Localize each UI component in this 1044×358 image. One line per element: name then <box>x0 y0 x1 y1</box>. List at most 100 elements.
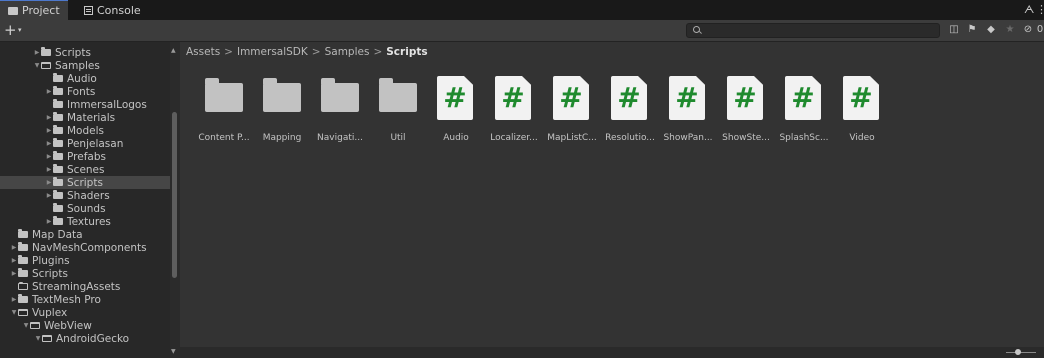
count-badge-icon: 0 <box>1036 24 1044 35</box>
breadcrumb-item-samples[interactable]: Samples <box>325 46 370 58</box>
tag-icon[interactable]: ◆ <box>985 24 997 36</box>
tree-item-label: Fonts <box>67 85 96 98</box>
tree-item-label: TextMesh Pro <box>32 293 101 306</box>
asset-folder[interactable]: Util <box>369 76 427 148</box>
asset-script[interactable]: # SplashSc... <box>775 76 833 148</box>
asset-folder[interactable]: Navigati... <box>311 76 369 148</box>
favorite-star-icon[interactable]: ★ <box>1004 24 1016 36</box>
expand-arrow-icon[interactable]: ▶ <box>45 127 53 134</box>
tab-console[interactable]: Console <box>76 0 149 20</box>
expand-arrow-icon[interactable]: ▶ <box>45 192 53 199</box>
tree-item-label: Shaders <box>67 189 110 202</box>
asset-folder[interactable]: Content P... <box>195 76 253 148</box>
tree-item-label: Materials <box>67 111 116 124</box>
folder-icon <box>53 73 63 82</box>
asset-script[interactable]: # Localizer... <box>485 76 543 148</box>
asset-script[interactable]: # Video <box>833 76 891 148</box>
asset-label: SplashSc... <box>779 133 829 143</box>
expand-arrow-icon[interactable]: ▶ <box>10 296 18 303</box>
asset-script[interactable]: # Audio <box>427 76 485 148</box>
tree-item-scripts[interactable]: ▶ Scripts <box>0 46 170 59</box>
asset-script[interactable]: # MapListC... <box>543 76 601 148</box>
icon-size-slider[interactable] <box>1006 352 1036 353</box>
tree-item-label: StreamingAssets <box>32 280 121 293</box>
tree-item-label: Samples <box>55 59 100 72</box>
project-toolbar: + ▾ ◫ ⚑ ◆ ★ ⊘ 0 <box>0 20 1044 42</box>
tree-item-prefabs[interactable]: ▶ Prefabs <box>0 150 170 163</box>
scrollbar-thumb[interactable] <box>172 112 177 278</box>
expand-arrow-icon[interactable]: ▶ <box>10 257 18 264</box>
asset-folder[interactable]: Mapping <box>253 76 311 148</box>
tree-item-models[interactable]: ▶ Models <box>0 124 170 137</box>
expand-arrow-icon[interactable]: ▶ <box>45 153 53 160</box>
breadcrumb-item-assets[interactable]: Assets <box>186 46 220 58</box>
collapse-arrow-icon[interactable]: ▼ <box>22 322 30 329</box>
sidebar-scrollbar[interactable]: ▲ ▼ <box>170 42 180 358</box>
scroll-down-arrow-icon[interactable]: ▼ <box>171 348 176 355</box>
tree-item-webview[interactable]: ▼ WebView <box>0 319 170 332</box>
tree-item-audio[interactable]: Audio <box>0 72 170 85</box>
collapse-arrow-icon[interactable]: ▼ <box>34 335 42 342</box>
scroll-up-arrow-icon[interactable]: ▲ <box>171 47 176 54</box>
tree-item-label: NavMeshComponents <box>32 241 147 254</box>
expand-arrow-icon[interactable]: ▶ <box>10 244 18 251</box>
expand-arrow-icon[interactable]: ▶ <box>10 270 18 277</box>
tree-item-root-scripts[interactable]: ▶ Scripts <box>0 267 170 280</box>
folder-icon <box>53 151 63 160</box>
tree-item-map-data[interactable]: Map Data <box>0 228 170 241</box>
search-by-type-icon[interactable]: ◫ <box>948 24 960 36</box>
tab-bar: Project Console ᗅ ⋮ <box>0 0 1044 20</box>
hidden-packages-icon[interactable]: ⊘ <box>1022 24 1034 36</box>
search-input[interactable] <box>686 23 940 38</box>
icon-size-slider-handle[interactable] <box>1015 349 1021 355</box>
tree-item-label: ImmersalLogos <box>67 98 147 111</box>
expand-arrow-icon[interactable]: ▶ <box>45 114 53 121</box>
tree-item-streamingassets[interactable]: StreamingAssets <box>0 280 170 293</box>
search-by-label-icon[interactable]: ⚑ <box>966 24 978 36</box>
asset-script[interactable]: # ShowPan... <box>659 76 717 148</box>
tree-item-navmeshcomponents[interactable]: ▶ NavMeshComponents <box>0 241 170 254</box>
expand-arrow-icon[interactable]: ▶ <box>45 218 53 225</box>
tree-item-sounds[interactable]: Sounds <box>0 202 170 215</box>
tree-item-scenes[interactable]: ▶ Scenes <box>0 163 170 176</box>
folder-icon <box>53 164 63 173</box>
lock-icon[interactable]: ᗅ <box>1024 3 1034 17</box>
asset-label: Audio <box>443 133 469 143</box>
asset-label: Util <box>390 133 406 143</box>
expand-arrow-icon[interactable]: ▶ <box>33 49 41 56</box>
expand-arrow-icon[interactable]: ▶ <box>45 140 53 147</box>
tree-item-plugins[interactable]: ▶ Plugins <box>0 254 170 267</box>
asset-label: ShowSte... <box>722 133 770 143</box>
collapse-arrow-icon[interactable]: ▼ <box>10 309 18 316</box>
folder-icon <box>53 125 63 134</box>
asset-script[interactable]: # Resolutio... <box>601 76 659 148</box>
tree-item-androidgecko[interactable]: ▼ AndroidGecko <box>0 332 170 345</box>
folder-icon <box>53 112 63 121</box>
tree-item-shaders[interactable]: ▶ Shaders <box>0 189 170 202</box>
tree-item-scripts-selected[interactable]: ▶ Scripts <box>0 176 170 189</box>
tree-item-vuplex[interactable]: ▼ Vuplex <box>0 306 170 319</box>
asset-script[interactable]: # ShowSte... <box>717 76 775 148</box>
tree-item-immersallogos[interactable]: ImmersalLogos <box>0 98 170 111</box>
expand-arrow-icon[interactable]: ▶ <box>45 88 53 95</box>
tree-item-textmesh-pro[interactable]: ▶ TextMesh Pro <box>0 293 170 306</box>
tree-item-penjelasan[interactable]: ▶ Penjelasan <box>0 137 170 150</box>
more-options-icon[interactable]: ⋮ <box>1036 3 1044 16</box>
expand-arrow-icon[interactable]: ▶ <box>45 179 53 186</box>
tree-item-materials[interactable]: ▶ Materials <box>0 111 170 124</box>
tab-project[interactable]: Project <box>0 0 68 20</box>
folder-icon <box>321 78 359 112</box>
collapse-arrow-icon[interactable]: ▼ <box>33 62 41 69</box>
tree-item-textures[interactable]: ▶ Textures <box>0 215 170 228</box>
chevron-down-icon[interactable]: ▾ <box>18 26 22 34</box>
tree-item-samples[interactable]: ▼ Samples <box>0 59 170 72</box>
expand-arrow-icon[interactable]: ▶ <box>45 166 53 173</box>
asset-label: Resolutio... <box>605 133 655 143</box>
breadcrumb-item-immersalsdk[interactable]: ImmersalSDK <box>237 46 308 58</box>
folder-open-icon <box>18 309 28 316</box>
tree-item-fonts[interactable]: ▶ Fonts <box>0 85 170 98</box>
asset-label: Localizer... <box>490 133 538 143</box>
folder-icon <box>53 86 63 95</box>
add-asset-button[interactable]: + <box>4 21 17 39</box>
folder-icon <box>53 99 63 108</box>
